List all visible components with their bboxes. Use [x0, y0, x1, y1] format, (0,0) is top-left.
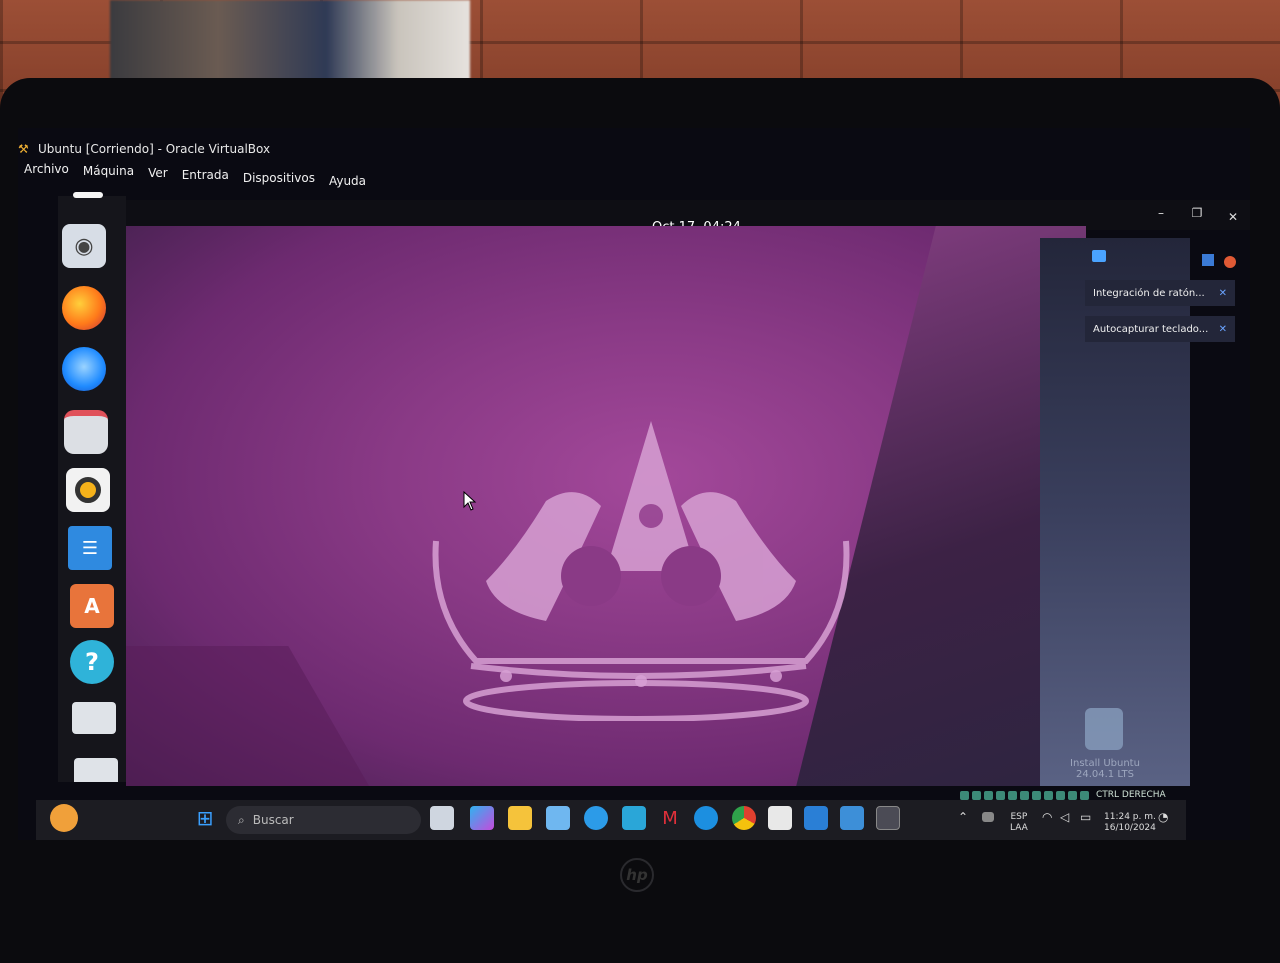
notification-mouse-integration[interactable]: Integración de ratón... ✕ — [1085, 280, 1235, 306]
drive-icon[interactable] — [72, 702, 116, 734]
notification-keyboard-capture[interactable]: Autocapturar teclado... ✕ — [1085, 316, 1235, 342]
notification-text: Integración de ratón... — [1093, 287, 1205, 299]
install-ubuntu-icon[interactable] — [1085, 708, 1123, 750]
app-window-icon[interactable] — [840, 806, 864, 830]
task-view-icon[interactable] — [430, 806, 454, 830]
weather-widget-icon[interactable] — [50, 804, 78, 832]
vscode-icon[interactable] — [804, 806, 828, 830]
app-cube-icon[interactable] — [546, 806, 570, 830]
workspace-indicator[interactable] — [73, 192, 103, 198]
volume-icon[interactable]: ◁ — [1060, 811, 1069, 823]
files-icon[interactable] — [64, 410, 108, 454]
list-icon[interactable] — [1202, 254, 1214, 266]
ubuntu-desktop-wallpaper[interactable] — [126, 226, 1086, 786]
menu-dispositivos[interactable]: Dispositivos — [243, 171, 315, 188]
dismiss-icon[interactable]: ✕ — [1219, 288, 1227, 299]
language-indicator[interactable]: ESP LAA — [1010, 812, 1028, 834]
monitor-icon[interactable] — [622, 806, 646, 830]
drive-icon-2[interactable] — [74, 758, 118, 782]
mouse-cursor-icon — [463, 491, 477, 511]
menu-entrada[interactable]: Entrada — [182, 168, 229, 188]
shared-folders-icon[interactable] — [1020, 790, 1029, 800]
start-icon[interactable]: ⊞ — [193, 806, 217, 830]
store-icon[interactable] — [768, 806, 792, 830]
tray-chevron-icon[interactable]: ⌃ — [958, 811, 968, 823]
language-code: ESP — [1010, 812, 1028, 822]
menu-archivo[interactable]: Archivo — [24, 162, 69, 188]
usb-icon[interactable] — [1008, 790, 1017, 800]
wifi-icon[interactable]: ◠ — [1042, 811, 1052, 823]
virtualbox-icon: ⚒ — [18, 142, 29, 156]
chrome-icon[interactable] — [732, 806, 756, 830]
taskbar-search-box[interactable]: ⌕ Buscar — [226, 806, 421, 834]
taskbar-date: 16/10/2024 — [1104, 823, 1156, 833]
installer-icon[interactable]: ◉ — [62, 224, 106, 268]
audio-icon[interactable] — [984, 790, 993, 800]
restore-icon[interactable]: ❐ — [1189, 206, 1205, 220]
copilot-icon[interactable] — [470, 806, 494, 830]
vbox-title-bar: ⚒ Ubuntu [Corriendo] - Oracle VirtualBox — [18, 138, 270, 160]
vbox-window-title: Ubuntu [Corriendo] - Oracle VirtualBox — [38, 142, 271, 156]
hp-logo: hp — [620, 858, 654, 892]
edge-beta-icon[interactable] — [584, 806, 608, 830]
minimize-icon[interactable]: – — [1153, 206, 1169, 220]
virtualbox-taskbar-icon[interactable] — [876, 806, 900, 830]
edge-icon[interactable] — [694, 806, 718, 830]
display-icon[interactable] — [1032, 790, 1041, 800]
app-center-icon[interactable]: A — [70, 584, 114, 628]
network-icon[interactable] — [996, 790, 1005, 800]
vbox-notification-icon[interactable] — [1092, 250, 1106, 262]
close-icon[interactable]: ✕ — [1225, 210, 1241, 224]
tray-app-icon[interactable] — [982, 812, 994, 822]
hard-disk-icon[interactable] — [960, 790, 969, 800]
notification-bell-icon[interactable]: ◔ — [1158, 811, 1168, 823]
notification-header — [1092, 250, 1242, 268]
host-key-label: CTRL DERECHA — [1096, 790, 1166, 800]
taskbar-clock[interactable]: 11:24 p. m. 16/10/2024 — [1104, 812, 1156, 834]
install-ubuntu-label: Install Ubuntu 24.04.1 LTS — [1070, 758, 1140, 780]
search-icon: ⌕ — [238, 812, 245, 827]
menu-maquina[interactable]: Máquina — [83, 164, 134, 188]
rhythmbox-icon[interactable] — [66, 468, 110, 512]
wallpaper-shadow — [126, 646, 404, 786]
notification-text: Autocapturar teclado... — [1093, 323, 1209, 335]
oriole-crown-logo — [432, 421, 850, 721]
dismiss-icon[interactable]: ✕ — [1219, 324, 1227, 335]
search-placeholder: Buscar — [252, 813, 294, 827]
vbox-menu-bar: Archivo Máquina Ver Entrada Dispositivos… — [24, 162, 366, 188]
taskbar-time: 11:24 p. m. — [1104, 812, 1156, 822]
firefox-icon[interactable] — [62, 286, 106, 330]
cpu-icon[interactable] — [1056, 790, 1065, 800]
clear-notifications-icon[interactable] — [1224, 256, 1236, 268]
file-explorer-icon[interactable] — [508, 806, 532, 830]
keyboard-icon[interactable] — [1080, 790, 1089, 800]
help-icon[interactable]: ? — [70, 640, 114, 684]
menu-ayuda[interactable]: Ayuda — [329, 174, 366, 188]
mcafee-icon[interactable]: M — [658, 806, 682, 830]
writer-icon[interactable]: ☰ — [68, 526, 112, 570]
keyboard-layout: LAA — [1010, 823, 1028, 833]
mouse-integration-icon[interactable] — [1068, 790, 1077, 800]
thunderbird-icon[interactable] — [62, 347, 106, 391]
menu-ver[interactable]: Ver — [148, 166, 168, 188]
optical-drive-icon[interactable] — [972, 790, 981, 800]
recording-icon[interactable] — [1044, 790, 1053, 800]
battery-icon[interactable]: ▭ — [1080, 811, 1091, 823]
